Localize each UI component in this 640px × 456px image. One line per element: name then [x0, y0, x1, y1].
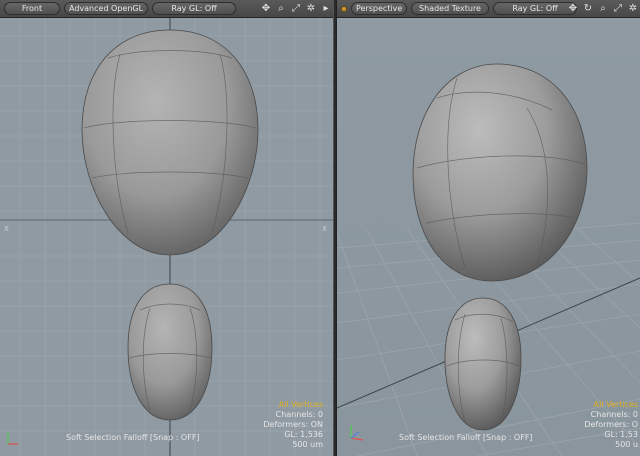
raygl-button[interactable]: Ray GL: Off [493, 2, 577, 15]
perspective-viewport-info: All Vertices Channels: 0 Deformers: O GL… [584, 400, 638, 450]
perspective-viewport-canvas[interactable] [337, 18, 640, 456]
body-mesh [127, 283, 213, 421]
channels-count: Channels: 0 [590, 410, 638, 419]
grid-scale: 500 um [292, 440, 323, 449]
deformers-status: Deformers: ON [263, 420, 323, 429]
move-icon[interactable]: ✥ [260, 2, 272, 15]
grid-scale: 500 u [615, 440, 638, 449]
rotate-icon[interactable]: ↻ [582, 2, 594, 15]
fit-icon[interactable]: ⤢ [612, 2, 624, 15]
deformers-status: Deformers: O [584, 420, 638, 429]
view-type-button[interactable]: Perspective [351, 2, 407, 15]
gear-icon[interactable]: ✲ [627, 2, 639, 15]
front-viewport-tools: ✥ ⌕ ⤢ ✲ ▸ [260, 2, 332, 15]
render-mode-button[interactable]: Shaded Texture [411, 2, 489, 15]
zoom-icon[interactable]: ⌕ [597, 2, 609, 15]
move-icon[interactable]: ✥ [567, 2, 579, 15]
camera-dot-icon[interactable] [341, 5, 347, 12]
gl-polycount: GL: 1,536 [284, 430, 323, 439]
falloff-status: Soft Selection Falloff [Snap : OFF] [66, 433, 200, 442]
channels-count: Channels: 0 [275, 410, 323, 419]
axis-mark-right: X [322, 225, 327, 233]
perspective-viewport[interactable]: Perspective Shaded Texture Ray GL: Off ✥… [337, 0, 640, 456]
render-mode-button[interactable]: Advanced OpenGL [64, 2, 148, 15]
raygl-button[interactable]: Ray GL: Off [152, 2, 236, 15]
front-viewport-canvas[interactable]: X X [0, 18, 333, 456]
selection-mode: All Vertices [278, 400, 323, 409]
front-viewport[interactable]: X X Front Advanced OpenGL Ray GL: Off ✥ … [0, 0, 333, 456]
axis-mark-left: X [4, 225, 9, 233]
view-type-button[interactable]: Front [4, 2, 60, 15]
body-mesh [444, 297, 522, 431]
zoom-icon[interactable]: ⌕ [275, 2, 287, 15]
perspective-viewport-tools: ✥ ↻ ⌕ ⤢ ✲ [567, 2, 639, 15]
front-viewport-info: All Vertices Channels: 0 Deformers: ON G… [263, 400, 323, 450]
gl-polycount: GL: 1,53 [604, 430, 638, 439]
gear-icon[interactable]: ✲ [305, 2, 317, 15]
fit-icon[interactable]: ⤢ [290, 2, 302, 15]
axis-gizmo-icon [7, 431, 18, 445]
axis-gizmo-icon [350, 425, 364, 441]
falloff-status: Soft Selection Falloff [Snap : OFF] [399, 433, 533, 442]
selection-mode: All Vertices [593, 400, 638, 409]
arrow-right-icon[interactable]: ▸ [320, 2, 332, 15]
